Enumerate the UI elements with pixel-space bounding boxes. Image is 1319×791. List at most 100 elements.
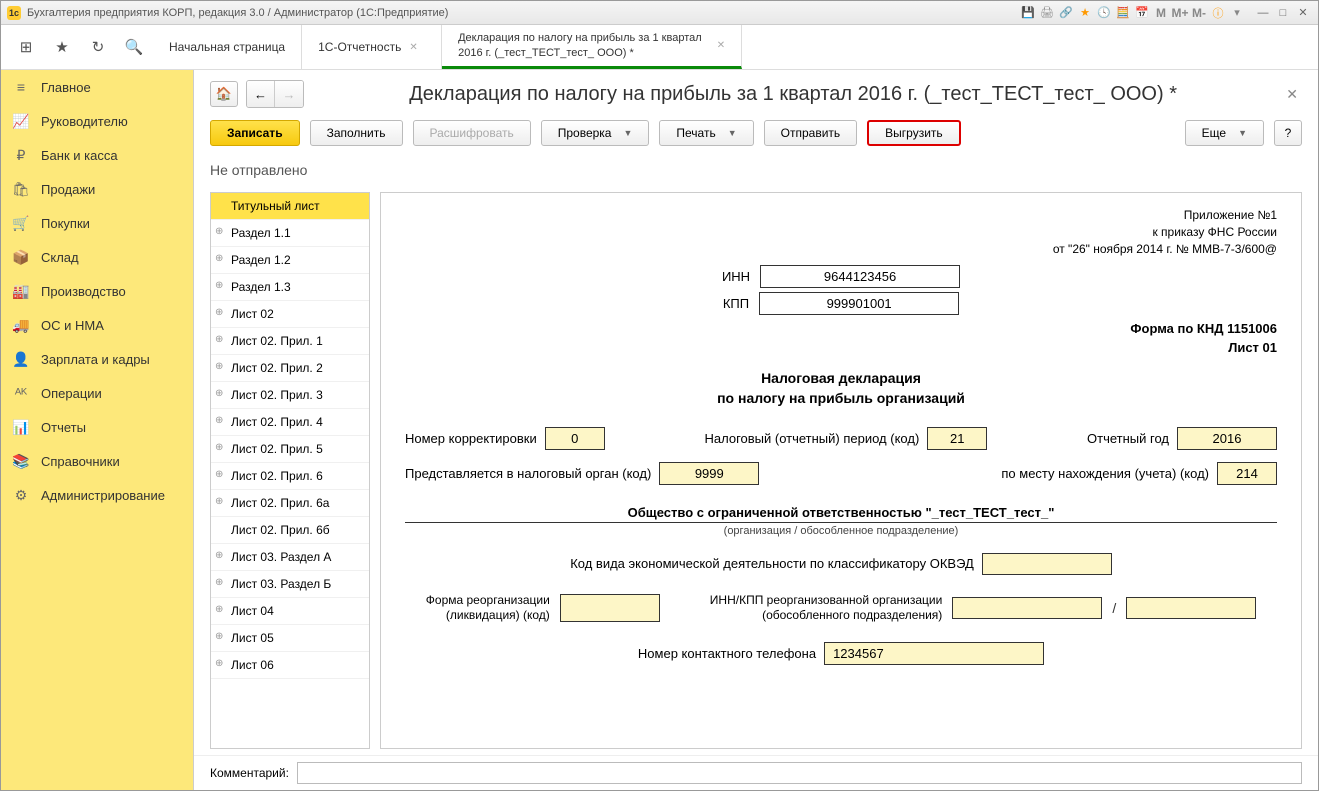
titlebar: 1c Бухгалтерия предприятия КОРП, редакци… [1,1,1318,25]
ops-icon: ᴬᴷ [13,385,29,401]
fill-button[interactable]: Заполнить [310,120,403,146]
print-button[interactable]: Печать▼ [659,120,753,146]
tree-item[interactable]: Лист 02 [211,301,369,328]
window-close[interactable]: ✕ [1294,5,1312,21]
section-tree: Титульный лист Раздел 1.1 Раздел 1.2 Раз… [210,192,370,749]
inn-field[interactable]: 9644123456 [760,265,960,288]
tree-item[interactable]: Титульный лист [211,193,369,220]
tool-calc-icon[interactable]: 🧮 [1115,5,1131,21]
close-page-button[interactable]: ✕ [1282,82,1302,107]
cart-icon: 🛒 [13,215,29,231]
back-button[interactable]: ← [247,81,275,107]
sidebar-item-assets[interactable]: 🚚ОС и НМА [1,308,193,342]
tool-dropdown-icon[interactable]: ▾ [1229,5,1245,21]
tab-start[interactable]: Начальная страница [153,25,302,69]
status-text: Не отправлено [194,156,1318,184]
apps-icon[interactable]: ⊞ [17,38,35,56]
kpp-field[interactable]: 999901001 [759,292,959,315]
form-panel: Приложение №1 к приказу ФНС России от "2… [380,192,1302,749]
send-button[interactable]: Отправить [764,120,858,146]
menu-icon: ≡ [13,79,29,95]
tree-item[interactable]: Лист 02. Прил. 5 [211,436,369,463]
sidebar-item-sales[interactable]: 🛍Продажи [1,172,193,206]
chevron-down-icon: ▼ [1238,128,1247,138]
reorg-inn-label1: ИНН/КПП реорганизованной организации [710,593,943,609]
tree-item[interactable]: Раздел 1.3 [211,274,369,301]
tool-save-icon[interactable]: 💾 [1020,5,1036,21]
decl-title-1: Налоговая декларация [405,369,1277,389]
sidebar-item-bank[interactable]: ₽Банк и касса [1,138,193,172]
tree-item[interactable]: Лист 03. Раздел Б [211,571,369,598]
sidebar-item-reports[interactable]: 📊Отчеты [1,410,193,444]
tool-calendar-icon[interactable]: 📅 [1134,5,1150,21]
tab-close-icon[interactable]: ✕ [717,40,725,51]
corr-field[interactable]: 0 [545,427,605,450]
comment-input[interactable] [297,762,1302,784]
tool-link-icon[interactable]: 🔗 [1058,5,1074,21]
tool-print-icon[interactable]: 🖨 [1039,5,1055,21]
tree-item[interactable]: Лист 03. Раздел А [211,544,369,571]
tree-item[interactable]: Лист 05 [211,625,369,652]
okved-field[interactable] [982,553,1112,575]
sidebar-item-production[interactable]: 🏭Производство [1,274,193,308]
sidebar-item-manager[interactable]: 📈Руководителю [1,104,193,138]
tab-declaration[interactable]: Декларация по налогу на прибыль за 1 ква… [442,25,742,69]
help-button[interactable]: ? [1274,120,1302,146]
save-button[interactable]: Записать [210,120,300,146]
window-minimize[interactable]: — [1254,5,1272,21]
sidebar-item-warehouse[interactable]: 📦Склад [1,240,193,274]
year-field[interactable]: 2016 [1177,427,1277,450]
reorg-inn-label2: (обособленного подразделения) [710,608,943,624]
tree-item[interactable]: Раздел 1.1 [211,220,369,247]
reorg-code-field[interactable] [560,594,660,622]
phone-field[interactable]: 1234567 [824,642,1044,665]
sidebar-item-purchases[interactable]: 🛒Покупки [1,206,193,240]
export-button[interactable]: Выгрузить [867,120,961,146]
sidebar-item-admin[interactable]: ⚙Администрирование [1,478,193,512]
chevron-down-icon: ▼ [728,128,737,138]
tool-m-minus[interactable]: M- [1191,5,1207,21]
sidebar-item-salary[interactable]: 👤Зарплата и кадры [1,342,193,376]
tree-item[interactable]: Лист 02. Прил. 6б [211,517,369,544]
tool-info-icon[interactable]: ⓘ [1210,5,1226,21]
sidebar-item-operations[interactable]: ᴬᴷОперации [1,376,193,410]
truck-icon: 🚚 [13,317,29,333]
tree-item[interactable]: Лист 02. Прил. 2 [211,355,369,382]
tree-item[interactable]: Лист 02. Прил. 1 [211,328,369,355]
tool-star-icon[interactable]: ★ [1077,5,1093,21]
window-maximize[interactable]: □ [1274,5,1292,21]
tree-item[interactable]: Лист 02. Прил. 6 [211,463,369,490]
tree-item[interactable]: Раздел 1.2 [211,247,369,274]
person-icon: 👤 [13,351,29,367]
tree-item[interactable]: Лист 04 [211,598,369,625]
sheet-label: Лист 01 [1228,340,1277,355]
tool-m-plus[interactable]: M+ [1172,5,1188,21]
tree-item[interactable]: Лист 02. Прил. 3 [211,382,369,409]
forward-button[interactable]: → [275,81,303,107]
favorites-icon[interactable]: ★ [53,38,71,56]
reorg-inn-field[interactable] [952,597,1102,619]
tree-item[interactable]: Лист 02. Прил. 4 [211,409,369,436]
more-button[interactable]: Еще▼ [1185,120,1264,146]
sidebar-item-catalogs[interactable]: 📚Справочники [1,444,193,478]
org-name: Общество с ограниченной ответственностью… [405,505,1277,523]
tab-close-icon[interactable]: ✕ [409,42,417,53]
tool-m[interactable]: M [1153,5,1169,21]
tool-clock-icon[interactable]: 🕓 [1096,5,1112,21]
check-button[interactable]: Проверка▼ [541,120,650,146]
tree-item[interactable]: Лист 06 [211,652,369,679]
sidebar-item-main[interactable]: ≡Главное [1,70,193,104]
year-label: Отчетный год [1087,431,1169,446]
inn-label: ИНН [722,269,750,284]
chart-icon: 📈 [13,113,29,129]
tree-item[interactable]: Лист 02. Прил. 6а [211,490,369,517]
bars-icon: 📊 [13,419,29,435]
tab-reporting[interactable]: 1С-Отчетность✕ [302,25,442,69]
period-field[interactable]: 21 [927,427,987,450]
place-field[interactable]: 214 [1217,462,1277,485]
history-icon[interactable]: ↻ [89,38,107,56]
home-button[interactable]: 🏠 [210,81,238,107]
organ-field[interactable]: 9999 [659,462,759,485]
search-icon[interactable]: 🔍 [125,38,143,56]
reorg-kpp-field[interactable] [1126,597,1256,619]
